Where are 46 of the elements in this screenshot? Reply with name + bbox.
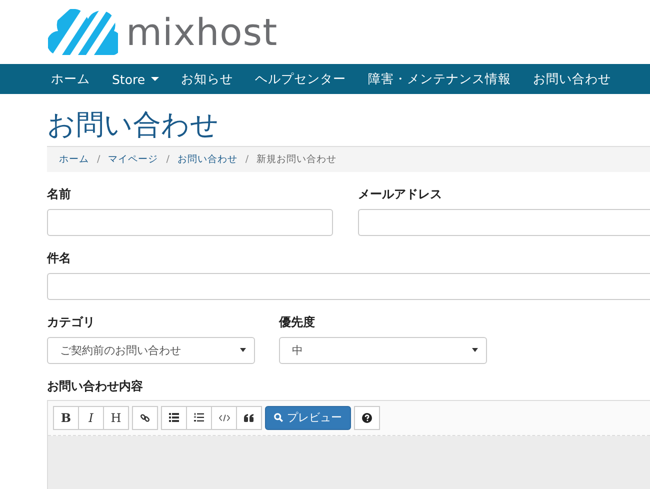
format-button[interactable]: I <box>78 406 104 430</box>
nav-link[interactable]: ヘルプセンター <box>244 70 358 88</box>
nav-link[interactable]: 障害・メンテナンス情報 <box>357 70 522 88</box>
format-button[interactable]: H <box>103 406 129 430</box>
breadcrumb-link[interactable]: マイページ <box>108 152 158 166</box>
code-button[interactable] <box>211 406 237 430</box>
cloud-logo-icon <box>48 9 118 55</box>
breadcrumb-separator: / <box>166 154 170 165</box>
category-select[interactable]: ご契約前のお問い合わせ <box>47 336 255 364</box>
field-label: 件名 <box>47 250 72 267</box>
link-icon <box>140 412 150 423</box>
format-button[interactable]: B <box>53 406 79 430</box>
caret-icon <box>240 348 246 352</box>
email-field[interactable] <box>358 208 650 236</box>
caret-icon <box>472 348 478 352</box>
page-title: お問い合わせ <box>47 110 220 141</box>
breadcrumb-separator: / <box>97 154 100 165</box>
numbered-list-icon <box>194 413 204 422</box>
help-button[interactable] <box>354 406 380 430</box>
code-icon <box>218 414 230 422</box>
nav-link[interactable]: ホーム <box>40 70 101 88</box>
preview-button[interactable]: プレビュー <box>265 406 351 430</box>
quote-icon <box>244 414 254 422</box>
breadcrumb-link[interactable]: ホーム <box>59 152 89 166</box>
link-button[interactable] <box>132 406 158 430</box>
bullets-button[interactable] <box>161 406 187 430</box>
field-label: カテゴリ <box>47 314 96 331</box>
field-label: 名前 <box>47 186 72 203</box>
field-label: お問い合わせ内容 <box>47 378 144 395</box>
quote-button[interactable] <box>236 406 262 430</box>
nav-link[interactable]: Store <box>101 72 170 86</box>
nav-link[interactable]: お知らせ <box>170 70 244 88</box>
logo-text[interactable]: mixhost <box>126 14 278 50</box>
search-icon <box>274 413 283 422</box>
priority-select[interactable]: 中 <box>279 336 487 364</box>
help-icon <box>362 412 372 423</box>
nav-link[interactable]: お問い合わせ <box>522 70 622 88</box>
breadcrumb-separator: / <box>245 154 249 165</box>
field-label: 優先度 <box>279 314 316 331</box>
breadcrumb-current: 新規お問い合わせ <box>256 152 337 166</box>
subject-field[interactable] <box>47 272 650 300</box>
breadcrumb-link[interactable]: お問い合わせ <box>177 152 238 166</box>
field-label: メールアドレス <box>358 186 443 203</box>
list-icon <box>169 413 179 422</box>
numbers-button[interactable] <box>186 406 212 430</box>
name-field[interactable] <box>47 208 333 236</box>
